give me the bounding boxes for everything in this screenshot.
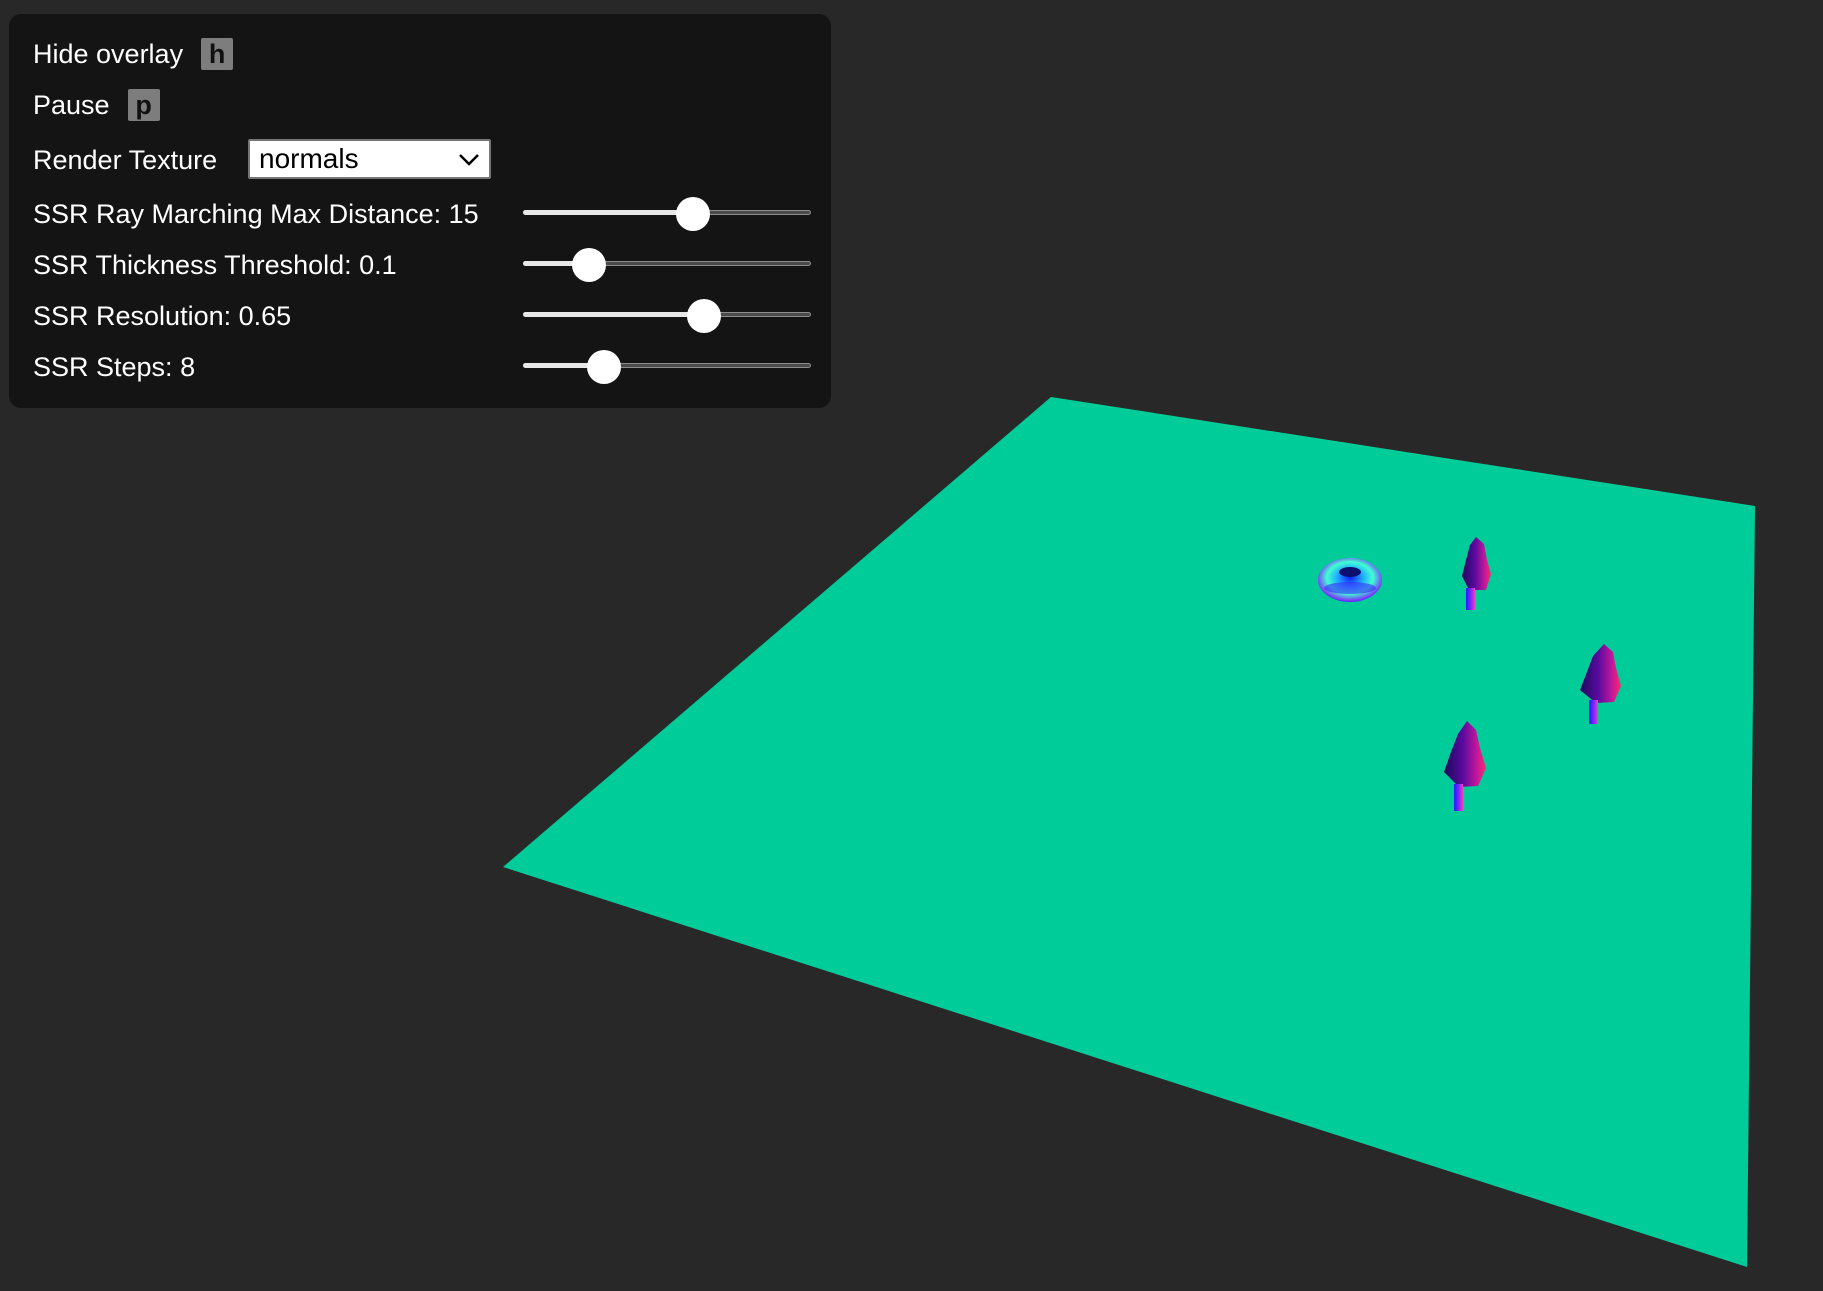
thickness-threshold-slider[interactable] (523, 248, 811, 282)
overlay-panel: Hide overlay h Pause p Render Texture no… (9, 14, 831, 408)
pause-row[interactable]: Pause p (33, 85, 160, 125)
hide-overlay-row[interactable]: Hide overlay h (33, 34, 234, 74)
render-texture-select[interactable]: normals (248, 139, 491, 179)
slider-thumb[interactable] (687, 299, 722, 333)
render-texture-label: Render Texture (33, 144, 218, 175)
pause-label[interactable]: Pause (33, 91, 110, 119)
resolution-slider[interactable] (523, 299, 811, 333)
slider-fill (523, 312, 705, 317)
slider-row: SSR Ray Marching Max Distance: 15 (33, 194, 479, 234)
slider-fill (523, 210, 693, 215)
hide-overlay-key[interactable]: h (201, 38, 234, 70)
hide-overlay-label[interactable]: Hide overlay (33, 40, 183, 68)
slider-row: SSR Resolution: 0.65 (33, 296, 291, 336)
max-distance-label: SSR Ray Marching Max Distance: 15 (33, 198, 479, 229)
max-distance-slider[interactable] (523, 197, 811, 231)
thickness-threshold-label: SSR Thickness Threshold: 0.1 (33, 249, 397, 280)
torus-object (1318, 558, 1382, 602)
ground-plane (503, 397, 1755, 1267)
resolution-label: SSR Resolution: 0.65 (33, 300, 292, 331)
slider-row: SSR Thickness Threshold: 0.1 (33, 245, 397, 285)
slider-thumb[interactable] (675, 197, 710, 231)
chevron-down-icon (459, 154, 479, 166)
slider-thumb[interactable] (586, 350, 621, 384)
steps-label: SSR Steps: 8 (33, 351, 196, 382)
slider-row: SSR Steps: 8 (33, 347, 195, 387)
pause-key[interactable]: p (127, 89, 160, 121)
render-texture-value: normals (259, 143, 359, 174)
render-texture-row: Render Texture (33, 140, 217, 180)
slider-thumb[interactable] (572, 248, 607, 282)
steps-slider[interactable] (523, 350, 811, 384)
